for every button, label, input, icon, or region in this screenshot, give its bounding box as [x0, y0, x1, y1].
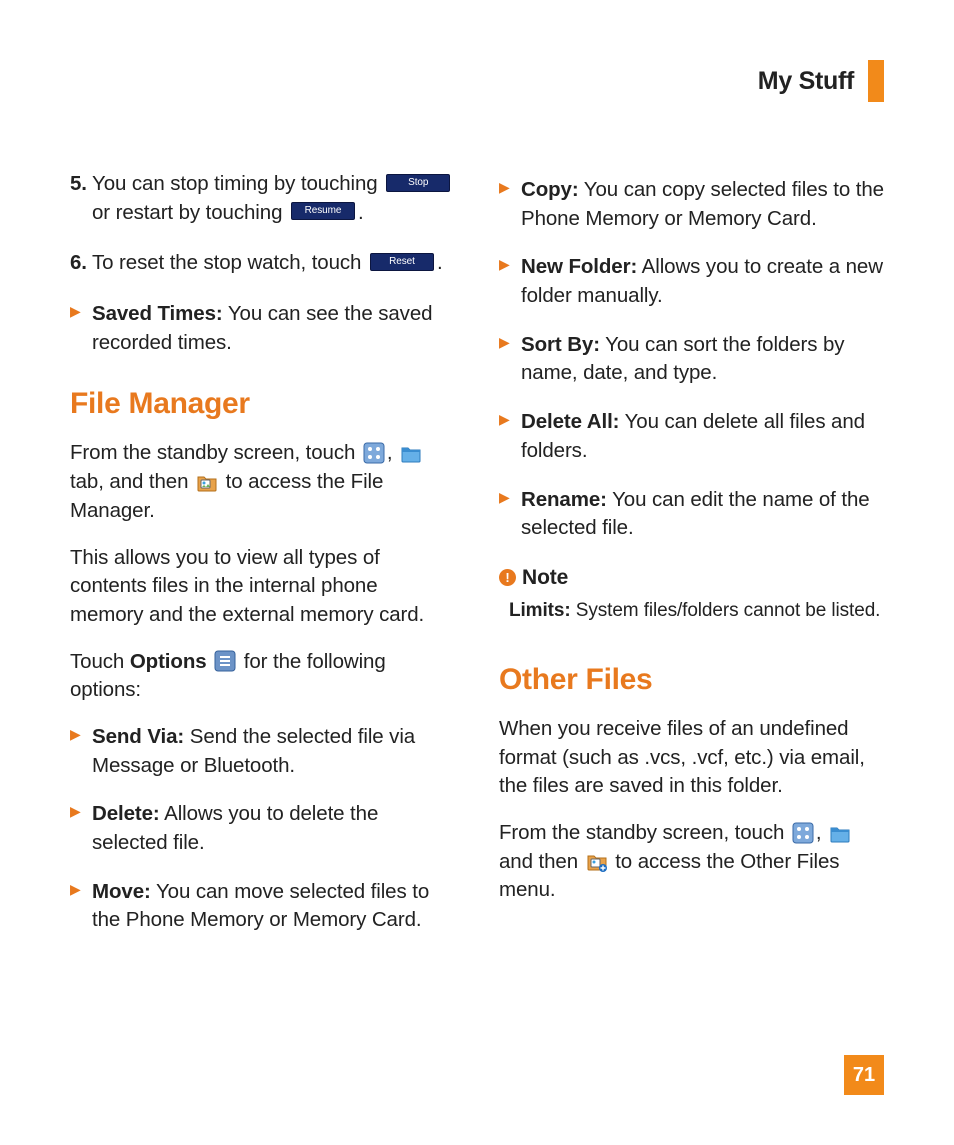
saved-times-list: Saved Times: You can see the saved recor… [70, 300, 455, 357]
header-accent-bar [868, 60, 884, 102]
note-heading: ! Note [499, 563, 884, 592]
folder-icon [829, 822, 851, 844]
folder-icon [400, 442, 422, 464]
file-manager-options-cont: Copy: You can copy selected files to the… [499, 176, 884, 543]
text-fragment: Touch [70, 650, 130, 673]
other-files-nav: From the standby screen, touch , and the… [499, 819, 884, 905]
heading-other-files: Other Files [499, 659, 884, 701]
opt-delete-all: Delete All: You can delete all files and… [499, 408, 884, 465]
item-label: Delete All: [521, 410, 619, 433]
apps-icon [363, 442, 385, 464]
opt-delete: Delete: Allows you to delete the selecte… [70, 800, 455, 857]
note-label: Limits: [509, 600, 571, 621]
page-number-badge: 71 [844, 1055, 884, 1095]
step-text: or restart by touching [92, 201, 288, 224]
options-intro: Touch Options for the following options: [70, 648, 455, 705]
item-label: Copy: [521, 178, 579, 201]
item-label: Saved Times: [92, 302, 223, 325]
list-item-saved-times: Saved Times: You can see the saved recor… [70, 300, 455, 357]
options-menu-icon [214, 650, 236, 672]
step-5: 5. You can stop timing by touching Stop … [70, 170, 455, 227]
text-fragment: From the standby screen, touch [70, 441, 361, 464]
step-text: . [437, 251, 443, 274]
text-fragment: and then [499, 850, 584, 873]
text-fragment: From the standby screen, touch [499, 821, 790, 844]
item-label: New Folder: [521, 255, 637, 278]
note-block: ! Note Limits: System files/folders cann… [499, 563, 884, 625]
note-title: Note [522, 563, 568, 592]
heading-file-manager: File Manager [70, 383, 455, 425]
file-manager-options: Send Via: Send the selected file via Mes… [70, 723, 455, 935]
other-files-icon [586, 850, 608, 872]
document-page: My Stuff 5. You can stop timing by touch… [0, 0, 954, 1145]
text-fragment: , [387, 441, 398, 464]
text-fragment: tab, and then [70, 470, 194, 493]
item-label: Rename: [521, 488, 607, 511]
right-column: Copy: You can copy selected files to the… [499, 170, 884, 955]
opt-move: Move: You can move selected files to the… [70, 878, 455, 935]
item-label: Delete: [92, 802, 160, 825]
reset-button[interactable]: Reset [370, 253, 434, 271]
other-files-desc: When you receive files of an undefined f… [499, 715, 884, 801]
step-number: 5. [70, 170, 87, 199]
step-6: 6. To reset the stop watch, touch Reset. [70, 249, 455, 278]
resume-button[interactable]: Resume [291, 202, 355, 220]
opt-sort-by: Sort By: You can sort the folders by nam… [499, 331, 884, 388]
opt-rename: Rename: You can edit the name of the sel… [499, 486, 884, 543]
text-fragment: , [816, 821, 827, 844]
stopwatch-steps: 5. You can stop timing by touching Stop … [70, 170, 455, 278]
item-label: Move: [92, 880, 151, 903]
options-label: Options [130, 650, 207, 673]
file-manager-icon [196, 471, 218, 493]
step-text: You can stop timing by touching [92, 172, 383, 195]
left-column: 5. You can stop timing by touching Stop … [70, 170, 455, 955]
page-header-title: My Stuff [758, 67, 854, 96]
step-number: 6. [70, 249, 87, 278]
step-text: To reset the stop watch, touch [92, 251, 367, 274]
step-text: . [358, 201, 364, 224]
opt-new-folder: New Folder: Allows you to create a new f… [499, 253, 884, 310]
note-alert-icon: ! [499, 569, 516, 586]
stop-button[interactable]: Stop [386, 174, 450, 192]
page-header: My Stuff [758, 60, 884, 102]
item-label: Send Via: [92, 725, 184, 748]
file-manager-desc: This allows you to view all types of con… [70, 544, 455, 630]
note-text: System files/folders cannot be listed. [571, 600, 881, 621]
item-label: Sort By: [521, 333, 600, 356]
file-manager-intro: From the standby screen, touch , tab, an… [70, 439, 455, 525]
note-body: Limits: System files/folders cannot be l… [499, 598, 884, 625]
opt-send-via: Send Via: Send the selected file via Mes… [70, 723, 455, 780]
apps-icon [792, 822, 814, 844]
two-column-layout: 5. You can stop timing by touching Stop … [70, 170, 884, 955]
opt-copy: Copy: You can copy selected files to the… [499, 176, 884, 233]
